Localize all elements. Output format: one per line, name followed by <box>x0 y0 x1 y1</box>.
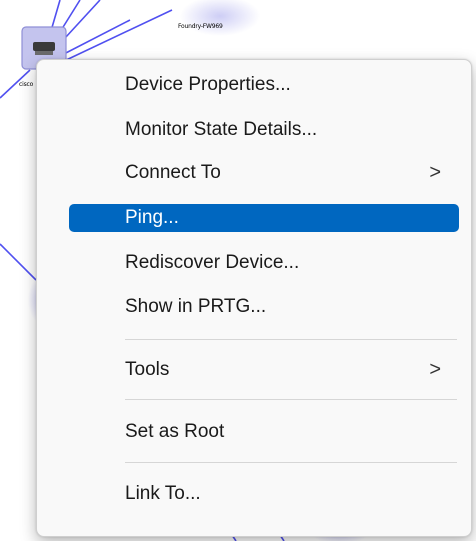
menu-item-device-properties[interactable]: Device Properties... <box>69 70 459 100</box>
menu-item-label: Ping... <box>125 207 179 228</box>
menu-separator <box>125 399 457 400</box>
chevron-right-icon: > <box>429 358 441 381</box>
network-map-canvas[interactable]: Foundry-FW969 cisco Device Properties...… <box>0 0 476 541</box>
menu-item-tools[interactable]: Tools > <box>69 355 459 385</box>
menu-item-show-in-prtg[interactable]: Show in PRTG... <box>69 292 459 322</box>
menu-item-rediscover-device[interactable]: Rediscover Device... <box>69 248 459 278</box>
menu-item-label: Connect To <box>125 162 221 183</box>
context-menu: Device Properties... Monitor State Detai… <box>36 59 472 537</box>
menu-item-monitor-state-details[interactable]: Monitor State Details... <box>69 115 459 145</box>
menu-separator <box>125 339 457 340</box>
chevron-right-icon: > <box>429 161 441 184</box>
menu-item-label: Link To... <box>125 483 201 504</box>
menu-item-label: Tools <box>125 359 170 380</box>
menu-item-connect-to[interactable]: Connect To > <box>69 158 459 188</box>
node-glow-top <box>180 0 260 36</box>
menu-item-ping[interactable]: Ping... <box>69 204 459 232</box>
menu-item-label: Set as Root <box>125 421 225 442</box>
device-label-top[interactable]: Foundry-FW969 <box>178 23 223 30</box>
menu-item-set-as-root[interactable]: Set as Root <box>69 417 459 447</box>
menu-item-label: Show in PRTG... <box>125 296 267 317</box>
menu-item-label: Rediscover Device... <box>125 252 300 273</box>
menu-item-label: Monitor State Details... <box>125 119 318 140</box>
menu-item-label: Device Properties... <box>125 74 291 95</box>
menu-separator <box>125 462 457 463</box>
device-label-left[interactable]: cisco <box>19 81 33 88</box>
menu-item-link-to[interactable]: Link To... <box>69 479 459 509</box>
